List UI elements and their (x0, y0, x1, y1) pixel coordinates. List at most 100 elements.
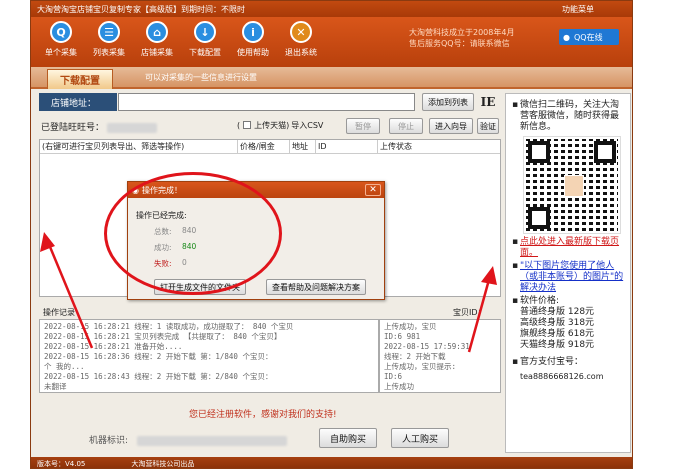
pay-title: 官方支付宝号： (520, 357, 584, 367)
function-menu[interactable]: 功能菜单 (562, 4, 594, 15)
upload-log-line: 2022-08-15 17:59:31 (384, 342, 470, 351)
upload-log-line: 上传成功，宝贝提示: (384, 362, 457, 371)
tab-hint: 可以对采集的一些信息进行设置 (145, 73, 257, 82)
image-fix-item: ▪ "以下图片您使用了他人（或非本账号）的图片"的解决办法 (512, 261, 624, 294)
qq-icon: ● (563, 32, 570, 42)
close-icon: ✕ (290, 21, 312, 43)
log-line: 2022-08-15 16:28:21 准备开始.... (44, 342, 183, 351)
upload-tmall-checkbox[interactable] (243, 121, 252, 129)
tab-download-config[interactable]: 下载配置 (47, 69, 113, 89)
wangwang-label: 已登陆旺旺号： (41, 120, 157, 133)
qq-label: QQ在线 (573, 32, 603, 42)
download-link-item: ▪ 点此处进入最新版下载页面。 (512, 237, 624, 259)
stop-button[interactable]: 停止 (389, 118, 423, 134)
help-button[interactable]: i 使用帮助 (231, 21, 275, 58)
price-item: 普通终身版 128元 (520, 307, 595, 317)
wechat-qr-code (523, 136, 621, 234)
price-title-item: ▪ 软件价格: (512, 296, 624, 307)
baby-id-label: 宝贝ID： (453, 308, 486, 317)
status-bar: 版本号：V4.05 大淘营科技公司出品 (31, 457, 632, 468)
shop-icon: ⌂ (146, 21, 168, 43)
list-icon: ☰ (98, 21, 120, 43)
single-collect-label: 单个采集 (45, 48, 77, 57)
shop-collect-button[interactable]: ⌂ 店铺采集 (135, 21, 179, 58)
title-bar: 大淘营淘宝店铺宝贝复制专家【高级版】到期时间：不限时 功能菜单 (31, 1, 632, 17)
highlight-ellipse (104, 172, 282, 295)
col-address[interactable]: 地址 (290, 140, 316, 153)
upload-log-line: ID:6 981 (384, 332, 421, 341)
col-id[interactable]: ID (316, 140, 378, 153)
qr-corner (528, 141, 550, 163)
log-line: 2022-08-15 16:28:43 线程：2 开始下载 第：2/840 个宝… (44, 372, 273, 381)
log-line: 个 我的... (44, 362, 85, 371)
toolbar: Q 单个采集 ☰ 列表采集 ⌂ 店铺采集 ↓ 下载配置 i 使用帮助 ✕ 退出系… (31, 17, 632, 67)
bracket-right: ) (286, 120, 290, 130)
import-csv-link[interactable]: 导入CSV (291, 120, 323, 131)
version-label: 版本号：V4.05 (37, 459, 86, 468)
download-config-label: 下载配置 (189, 48, 221, 57)
col-title[interactable]: (右键可进行宝贝列表导出、筛选等操作) (40, 140, 238, 153)
shop-address-input[interactable] (118, 93, 415, 111)
list-collect-label: 列表采集 (93, 48, 125, 57)
upload-log-line: 线程：2 开始下载 (384, 352, 446, 361)
log-line: 2022-08-15 16:28:21 线程：1 读取成功，成功提取了： 840… (44, 322, 294, 331)
manual-buy-button[interactable]: 人工购买 (391, 428, 449, 448)
qr-corner (528, 207, 550, 229)
wechat-text: 微信扫二维码，关注大淘营客服微信，随时获得最新信息。 (520, 100, 620, 132)
log-line: 未翻译 (44, 382, 67, 391)
search-icon: Q (50, 21, 72, 43)
brand-line-2: 售后服务QQ号：请联系微信 (409, 39, 510, 48)
view-help-button[interactable]: 查看帮助及问题解决方案 (266, 279, 366, 295)
download-latest-link[interactable]: 点此处进入最新版下载页面。 (520, 237, 624, 259)
download-icon: ↓ (194, 21, 216, 43)
info-sidebar: ▪ 微信扫二维码，关注大淘营客服微信，随时获得最新信息。 ▪ 点此处进入最新版下… (505, 93, 631, 453)
add-to-list-button[interactable]: 添加到列表 (422, 93, 474, 111)
col-price[interactable]: 价格/闸金 (238, 140, 290, 153)
dialog-close-button[interactable]: ✕ (365, 184, 381, 196)
machine-id-blurred (136, 435, 287, 446)
bullet-icon: ▪ (512, 261, 519, 271)
operation-log[interactable]: 2022-08-15 16:28:21 线程：1 读取成功，成功提取了： 840… (39, 319, 379, 393)
upload-log-line: ID:6 (384, 372, 403, 381)
image-fix-link[interactable]: "以下图片您使用了他人（或非本账号）的图片"的解决办法 (520, 261, 624, 294)
price-item: 天猫终身版 918元 (520, 340, 595, 350)
ie-button[interactable]: IE (477, 93, 499, 111)
brand-line-1: 大淘营科技成立于2008年4月 (409, 28, 515, 37)
self-buy-button[interactable]: 自助购买 (319, 428, 377, 448)
upload-tmall-label: 上传天猫 (254, 120, 287, 130)
download-config-button[interactable]: ↓ 下载配置 (183, 21, 227, 58)
list-collect-button[interactable]: ☰ 列表采集 (87, 21, 131, 58)
pause-button[interactable]: 暂停 (346, 118, 380, 134)
shop-row: 店铺地址： 添加到列表 IE (39, 93, 501, 111)
help-label: 使用帮助 (237, 48, 269, 57)
pay-account: tea8886668126.com (520, 372, 604, 381)
tab-bar: 下载配置 可以对采集的一些信息进行设置 (31, 67, 632, 89)
upload-log-line: 上传成功 (384, 382, 414, 391)
window-title: 大淘营淘宝店铺宝贝复制专家【高级版】到期时间：不限时 (37, 4, 245, 14)
verify-button[interactable]: 验证 (477, 118, 499, 134)
qr-corner (594, 141, 616, 163)
log-title: 操作记录 (43, 308, 75, 317)
avatar (564, 175, 584, 197)
pay-title-item: ▪ 官方支付宝号： (512, 357, 624, 368)
bullet-icon: ▪ (512, 237, 519, 247)
wizard-button[interactable]: 进入向导 (429, 118, 473, 134)
col-upload-status[interactable]: 上传状态 (378, 140, 498, 153)
machine-id-label: 机器标识: (89, 436, 129, 446)
qq-online-button[interactable]: ● QQ在线 (559, 29, 619, 45)
exit-label: 退出系统 (285, 48, 317, 57)
bullet-icon: ▪ (512, 357, 519, 367)
price-title: 软件价格: (520, 296, 560, 306)
upload-log-line: 上传成功，宝贝 (384, 322, 437, 331)
log-header: 操作记录 宝贝ID： (39, 307, 501, 318)
exit-button[interactable]: ✕ 退出系统 (279, 21, 323, 58)
log-line: 2022-08-15 16:28:21 宝贝列表完成 【共提取了： 840 个宝… (44, 332, 282, 341)
wechat-info: ▪ 微信扫二维码，关注大淘营客服微信，随时获得最新信息。 (512, 100, 624, 133)
shop-collect-label: 店铺采集 (141, 48, 173, 57)
upload-tmall-option: ( 上传天猫 ) 导入CSV (237, 117, 323, 133)
info-icon: i (242, 21, 264, 43)
upload-log[interactable]: 上传成功，宝贝 ID:6 981 2022-08-15 17:59:31 线程：… (379, 319, 501, 393)
single-collect-button[interactable]: Q 单个采集 (39, 21, 83, 58)
wangwang-label-text: 已登陆旺旺号： (41, 123, 105, 133)
price-item: 高级终身版 318元 (520, 318, 595, 328)
